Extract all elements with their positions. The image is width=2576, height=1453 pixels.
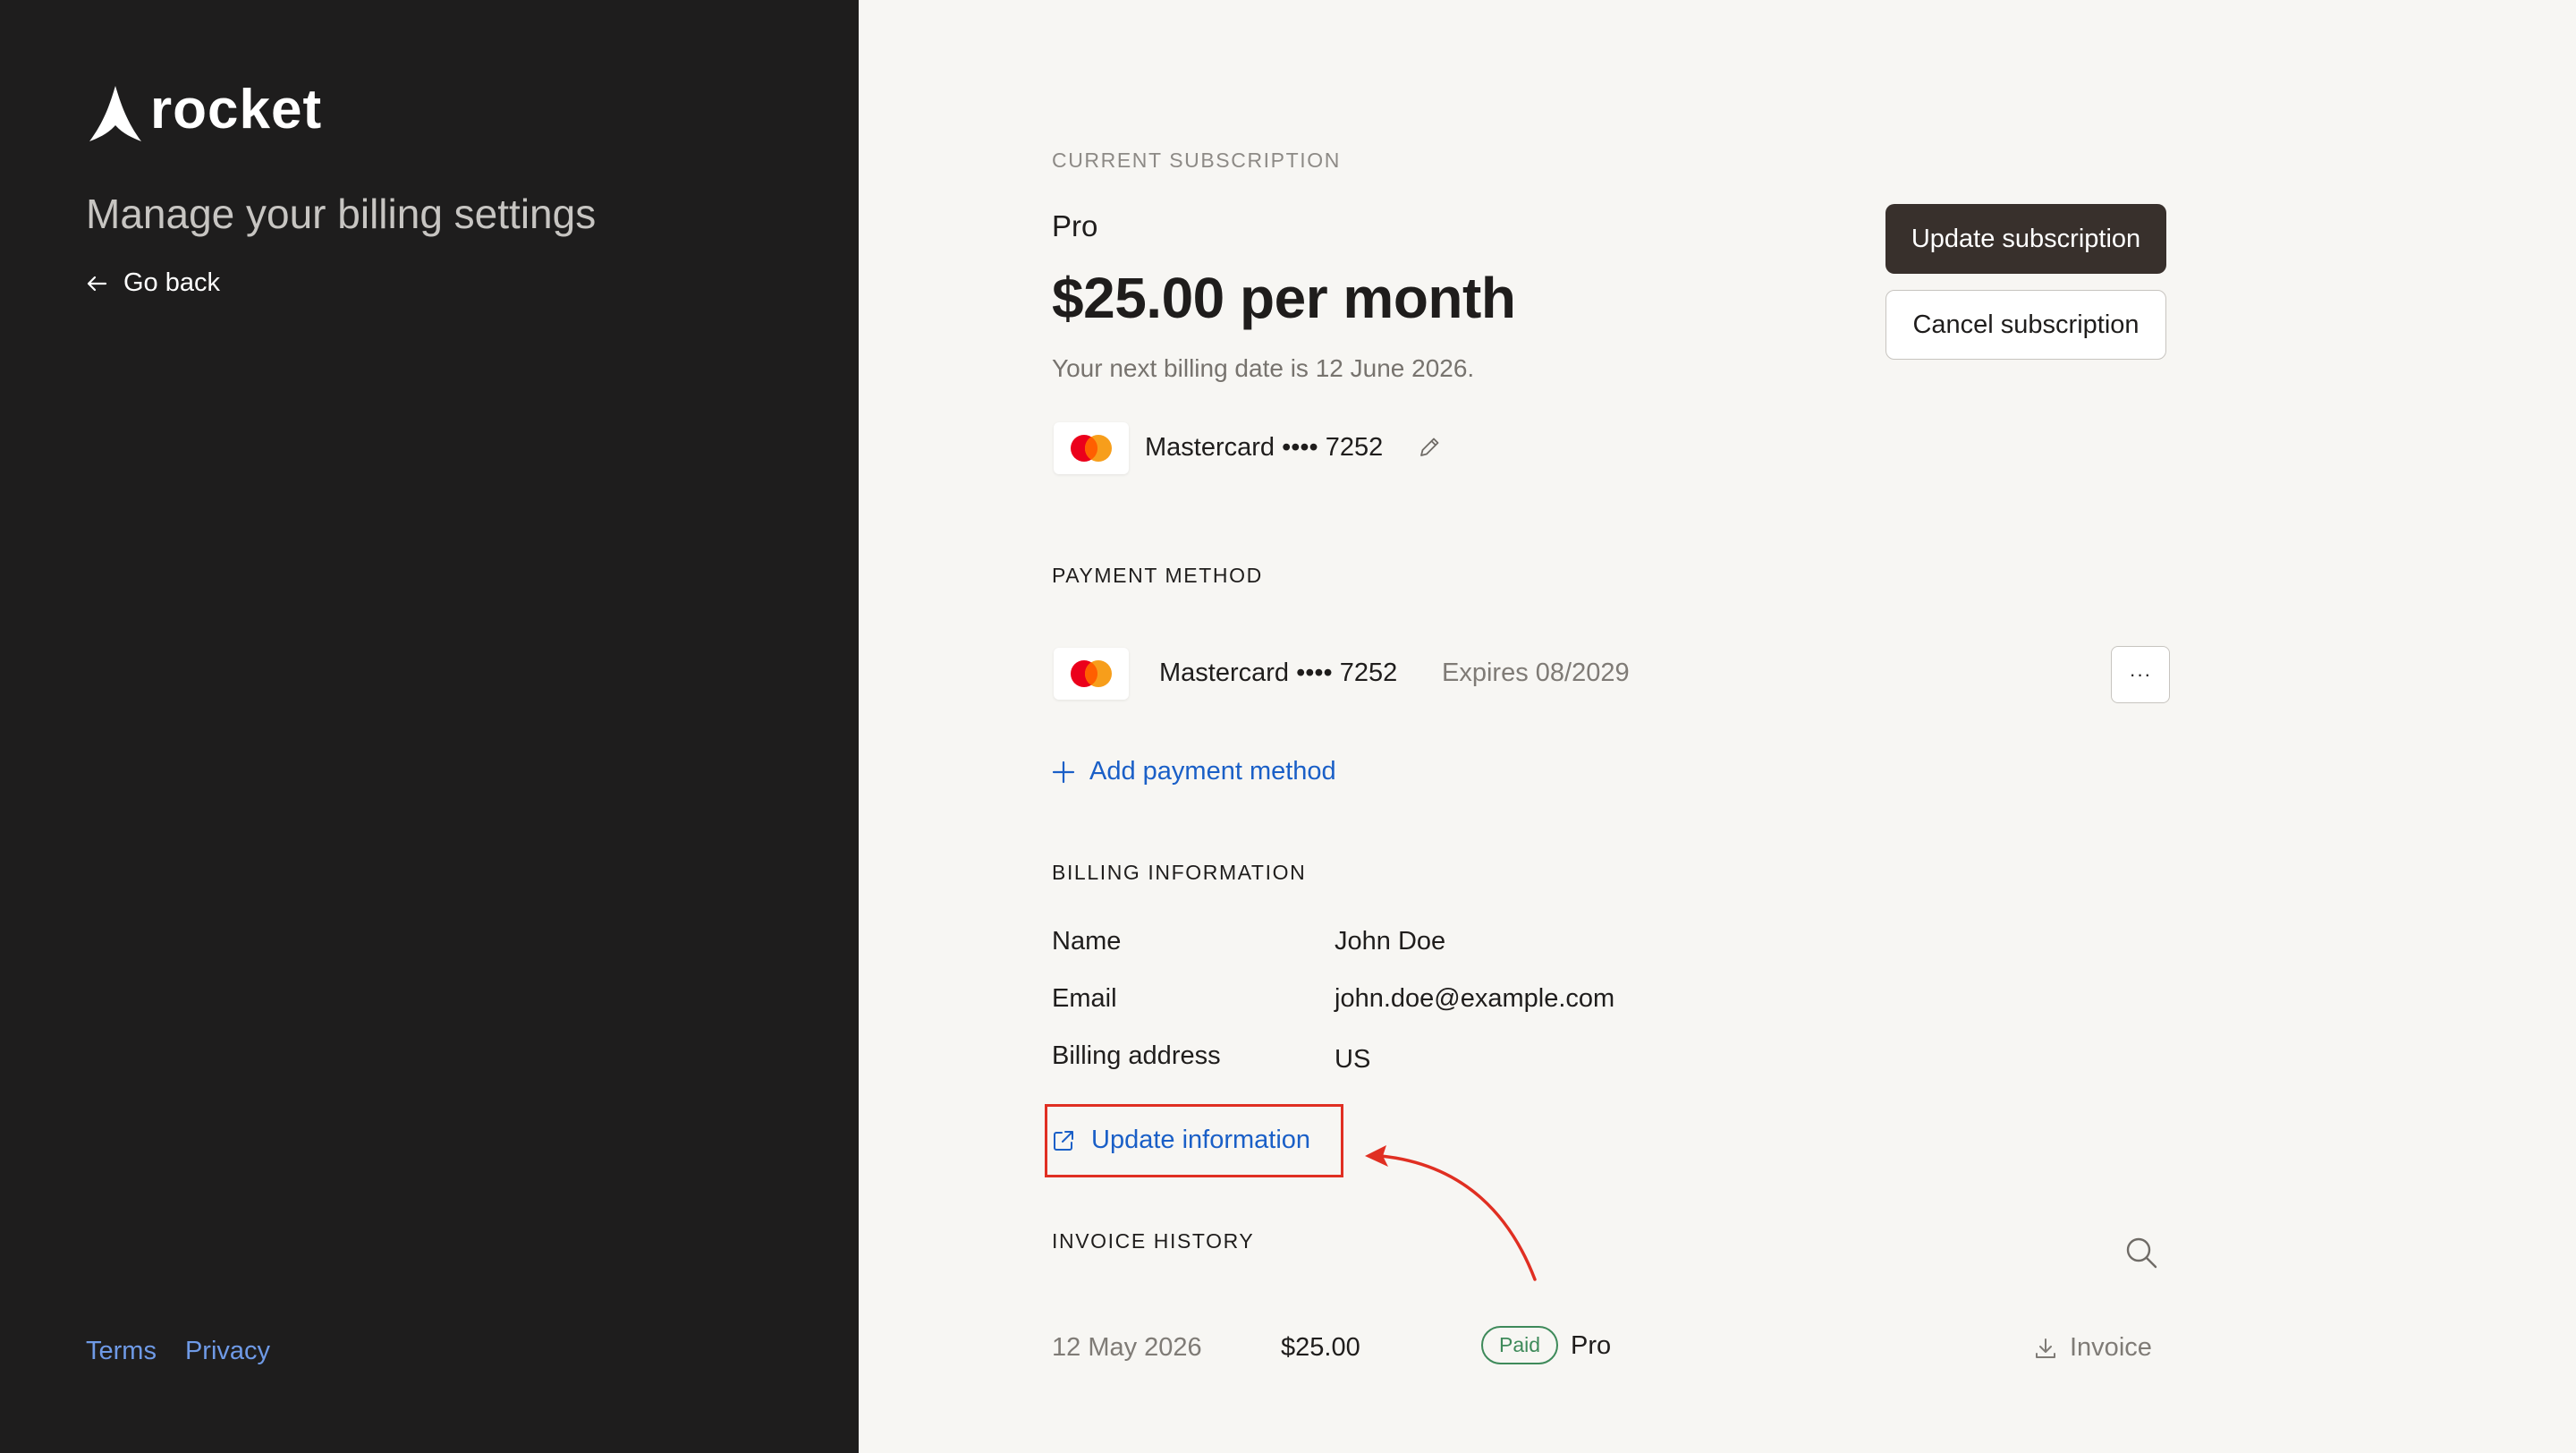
payment-method-label: PAYMENT METHOD [1052,564,1263,587]
main-content: CURRENT SUBSCRIPTION Pro $25.00 per mont… [859,0,2576,1453]
pencil-icon [1420,438,1439,456]
invoice-history-label: INVOICE HISTORY [1052,1229,1255,1253]
update-subscription-button[interactable]: Update subscription [1885,204,2166,274]
billing-name-key: Name [1052,927,1122,956]
payment-card-chip [1054,648,1129,700]
go-back-label: Go back [123,268,220,297]
current-subscription-label: CURRENT SUBSCRIPTION [1052,149,1341,172]
billing-email-key: Email [1052,984,1117,1013]
payment-card-label: Mastercard •••• 7252 [1159,659,1398,687]
go-back-link[interactable]: Go back [86,268,220,298]
sidebar: rocket Manage your billing settings Go b… [0,0,859,1453]
billing-address-key: Billing address [1052,1041,1221,1070]
edit-card-button[interactable] [1417,435,1442,464]
annotation-arrow [1365,1145,1537,1281]
external-link-icon [1054,1130,1073,1151]
invoice-plan: Pro [1571,1331,1612,1360]
billing-name-value: John Doe [1335,927,1446,956]
mastercard-icon [1071,660,1112,687]
plan-name: Pro [1052,209,1098,242]
plan-price: $25.00 per month [1052,266,1516,330]
billing-information-label: BILLING INFORMATION [1052,861,1307,884]
invoice-status-badge: Paid [1481,1326,1559,1364]
cancel-subscription-button[interactable]: Cancel subscription [1885,290,2166,360]
rocket-logo-icon [89,86,141,141]
invoice-date: 12 May 2026 [1052,1333,1202,1362]
brand-name: rocket [150,79,323,140]
more-dots-icon: ··· [2129,663,2152,685]
arrow-left-icon [87,276,107,291]
page-heading: Manage your billing settings [86,191,597,237]
invoice-amount: $25.00 [1281,1333,1360,1362]
card-brand-chip [1054,422,1129,474]
billing-address-value: US [1335,1045,1371,1074]
plus-icon [1052,760,1075,783]
download-icon [2036,1338,2055,1358]
update-information-label: Update information [1091,1126,1311,1154]
privacy-link[interactable]: Privacy [185,1337,270,1366]
search-icon [2126,1237,2157,1269]
next-billing-date: Your next billing date is 12 June 2026. [1052,354,1475,382]
subscription-card-label: Mastercard •••• 7252 [1145,433,1384,462]
download-invoice-link[interactable]: Invoice [2034,1333,2152,1363]
invoice-search-button[interactable] [2123,1235,2159,1275]
mastercard-icon [1071,435,1112,462]
billing-email-value: john.doe@example.com [1335,984,1615,1013]
update-information-link[interactable]: Update information [1052,1126,1310,1155]
add-payment-method-label: Add payment method [1089,757,1336,786]
card-expiry: Expires 08/2029 [1442,659,1630,687]
download-invoice-label: Invoice [2070,1333,2152,1362]
add-payment-method-link[interactable]: Add payment method [1052,757,1336,786]
sidebar-footer: Terms Privacy [86,1337,270,1366]
payment-more-button[interactable]: ··· [2111,646,2170,703]
terms-link[interactable]: Terms [86,1337,157,1366]
brand-logo[interactable]: rocket [86,79,323,143]
